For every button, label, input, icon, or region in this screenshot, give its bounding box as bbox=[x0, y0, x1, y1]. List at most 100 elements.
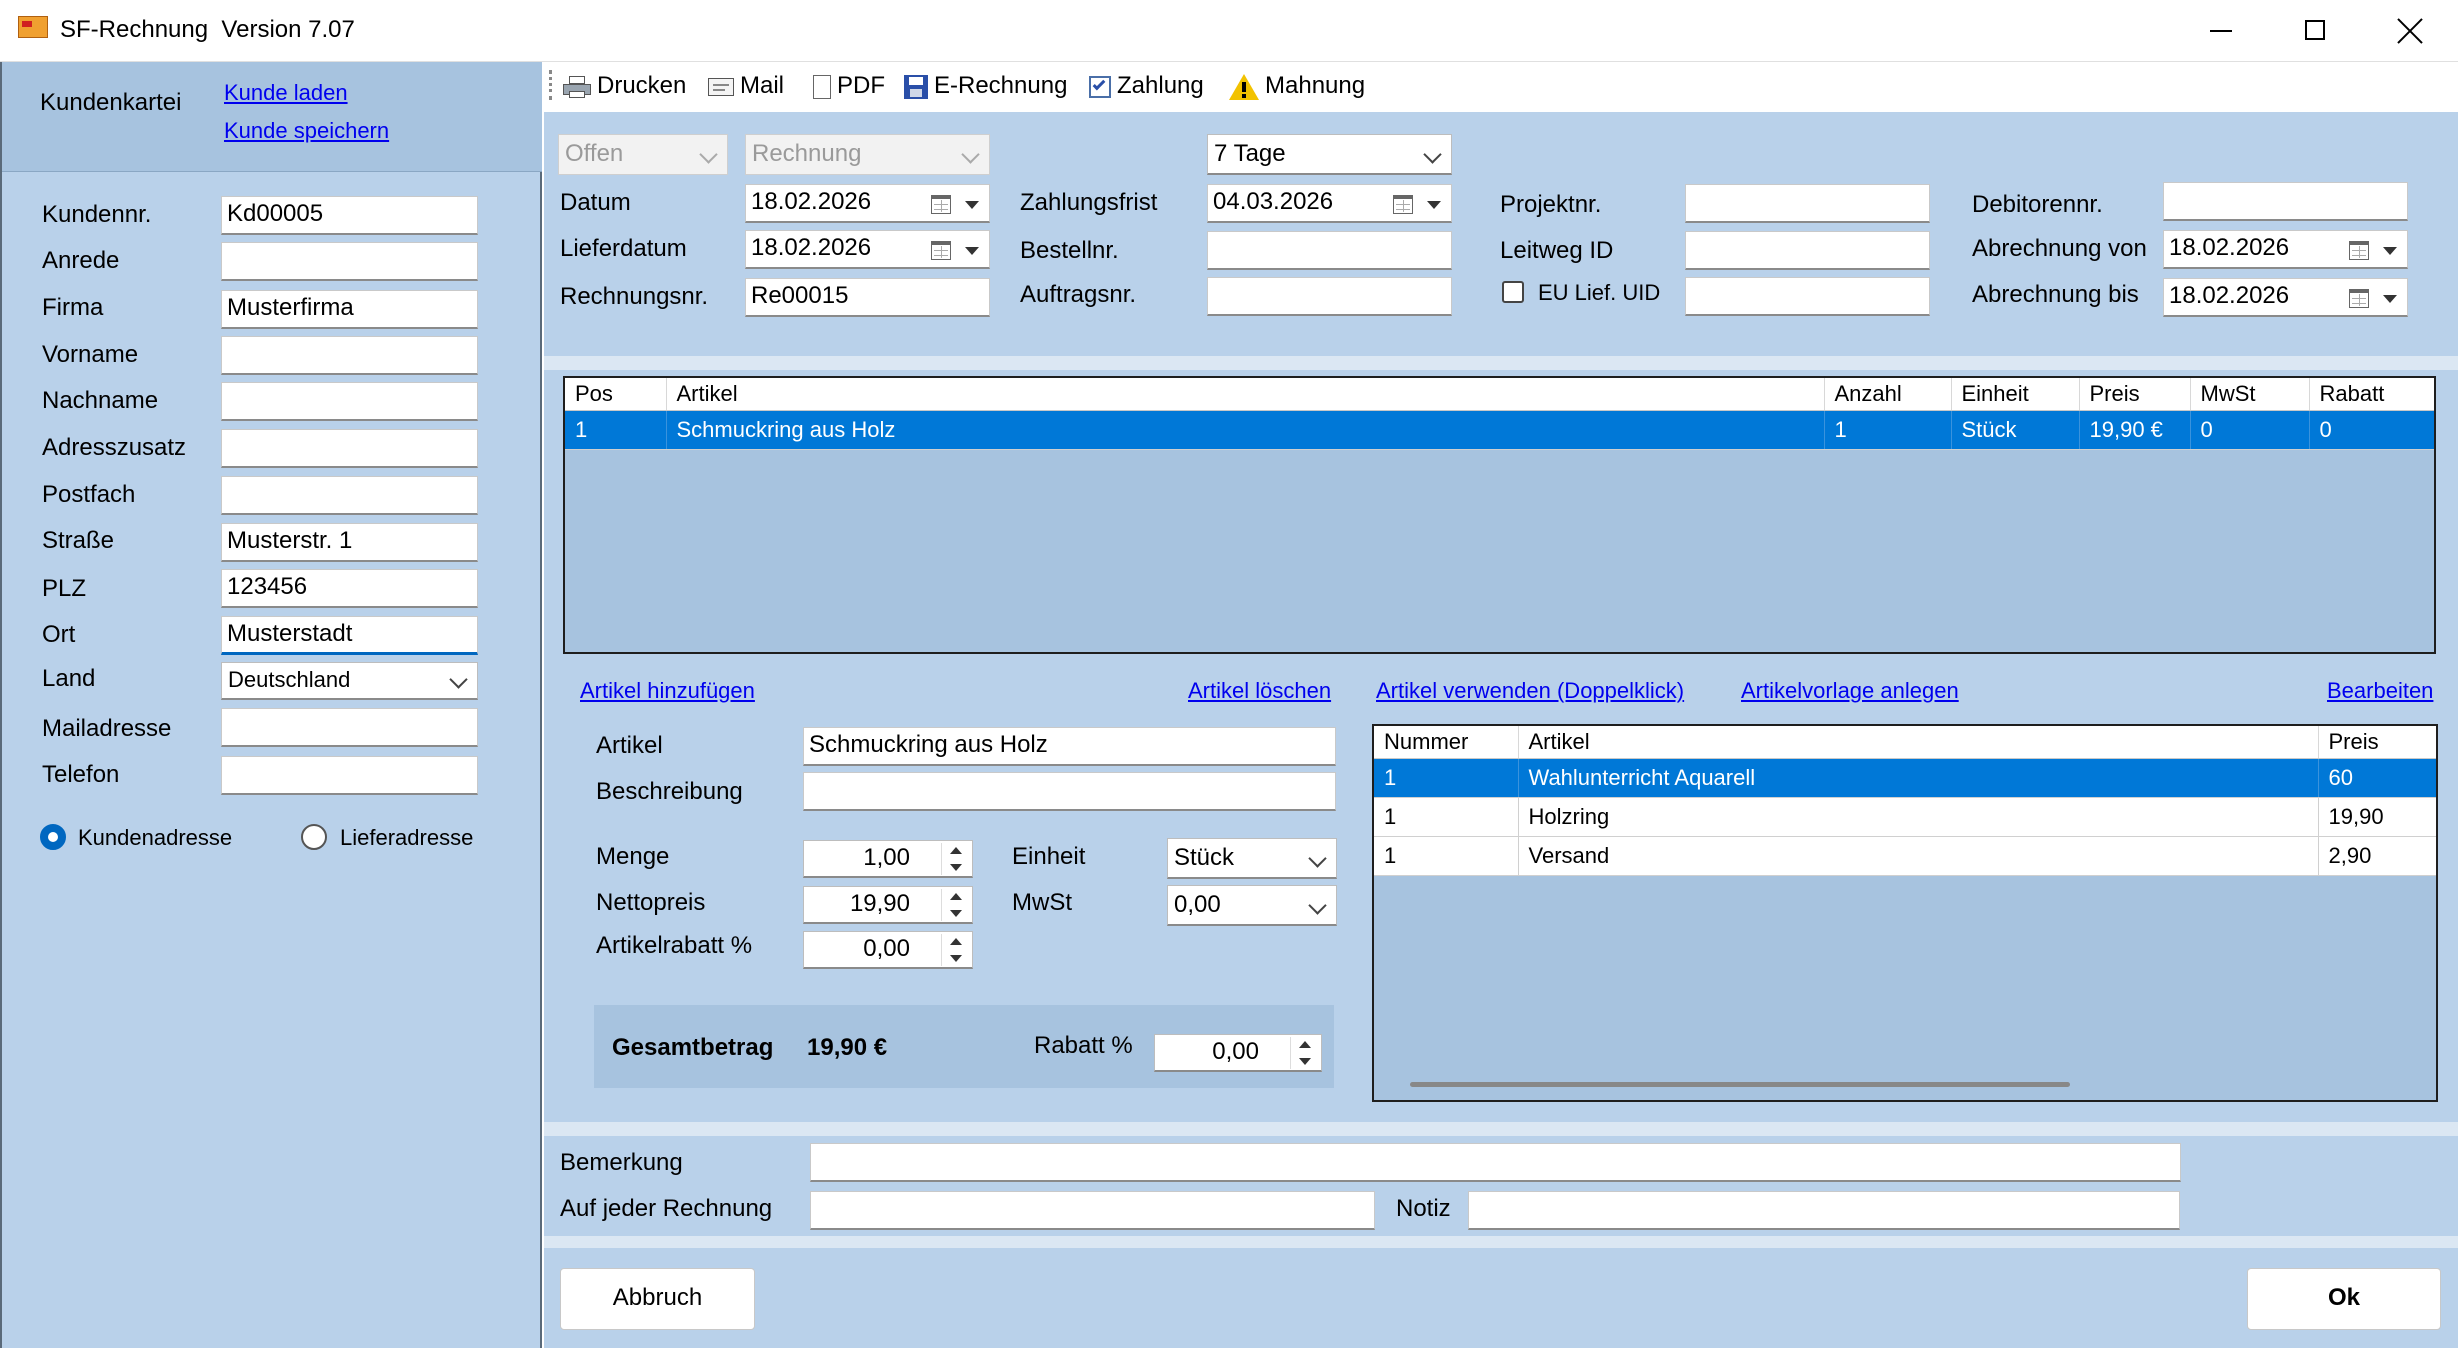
delete-article-link[interactable]: Artikel löschen bbox=[1188, 678, 1331, 704]
artikelrabatt-stepper[interactable]: 0,00 bbox=[803, 931, 973, 969]
telefon-field[interactable] bbox=[221, 756, 478, 795]
postfach-field[interactable] bbox=[221, 476, 478, 515]
table-row[interactable]: 1 Versand 2,90 bbox=[1374, 836, 2436, 876]
debitorennr-field[interactable] bbox=[2163, 182, 2408, 221]
label-datum: Datum bbox=[560, 189, 631, 216]
cell-catalog-preis: 2,90 bbox=[2318, 836, 2436, 876]
notiz-field[interactable] bbox=[1468, 1191, 2180, 1230]
label-bestellnr: Bestellnr. bbox=[1020, 237, 1119, 264]
minimize-icon[interactable] bbox=[2210, 30, 2232, 32]
eu-uid-field[interactable] bbox=[1685, 277, 1930, 316]
label-beschreibung: Beschreibung bbox=[596, 778, 743, 805]
datum-date-picker[interactable]: 18.02.2026 bbox=[745, 184, 990, 223]
nettopreis-value: 19,90 bbox=[849, 890, 910, 917]
col-nummer[interactable]: Nummer bbox=[1374, 726, 1519, 759]
erechnung-button[interactable]: E-Rechnung bbox=[904, 66, 1067, 106]
label-land: Land bbox=[42, 665, 96, 692]
col-pos[interactable]: Pos bbox=[565, 378, 667, 411]
abrechnung-bis-date-picker[interactable]: 18.02.2026 bbox=[2163, 278, 2408, 317]
col-catalog-preis[interactable]: Preis bbox=[2318, 726, 2436, 759]
cancel-button[interactable]: Abbruch bbox=[560, 1268, 755, 1330]
label-abrechnung-bis: Abrechnung bis bbox=[1972, 281, 2139, 308]
doc-type-select[interactable]: Rechnung bbox=[745, 134, 990, 175]
abrechnung-von-value: 18.02.2026 bbox=[2169, 234, 2290, 261]
col-einheit[interactable]: Einheit bbox=[1951, 378, 2080, 411]
abrechnung-von-date-picker[interactable]: 18.02.2026 bbox=[2163, 230, 2408, 269]
close-icon[interactable] bbox=[2395, 16, 2425, 46]
zahlung-button[interactable]: Zahlung bbox=[1089, 66, 1204, 106]
firma-field[interactable]: Musterfirma bbox=[221, 290, 478, 329]
save-customer-link[interactable]: Kunde speichern bbox=[224, 118, 389, 144]
document-icon bbox=[813, 74, 831, 99]
kundennr-field[interactable]: Kd00005 bbox=[221, 196, 478, 235]
payment-terms-select[interactable]: 7 Tage bbox=[1207, 134, 1452, 175]
nachname-field[interactable] bbox=[221, 382, 478, 421]
chevron-down-icon bbox=[1308, 849, 1327, 868]
lieferdatum-date-picker[interactable]: 18.02.2026 bbox=[745, 230, 990, 269]
mail-field[interactable] bbox=[221, 708, 478, 747]
col-rabatt[interactable]: Rabatt bbox=[2309, 378, 2434, 411]
mwst-select[interactable]: 0,00 bbox=[1167, 885, 1337, 926]
col-artikel[interactable]: Artikel bbox=[666, 378, 1825, 411]
use-article-link[interactable]: Artikel verwenden (Doppelklick) bbox=[1376, 678, 1684, 704]
add-article-link[interactable]: Artikel hinzufügen bbox=[580, 678, 755, 704]
load-customer-link[interactable]: Kunde laden bbox=[224, 80, 348, 106]
label-telefon: Telefon bbox=[42, 761, 120, 788]
col-preis[interactable]: Preis bbox=[2079, 378, 2191, 411]
leitweg-field[interactable] bbox=[1685, 231, 1930, 270]
jeder-rechnung-field[interactable] bbox=[810, 1191, 1375, 1230]
table-row[interactable]: 1 Schmuckring aus Holz 1 Stück 19,90 € 0… bbox=[565, 410, 2434, 450]
menge-stepper[interactable]: 1,00 bbox=[803, 840, 973, 878]
projektnr-field[interactable] bbox=[1685, 184, 1930, 223]
adresszusatz-field[interactable] bbox=[221, 429, 478, 468]
radio-lieferadresse[interactable] bbox=[301, 824, 327, 850]
label-postfach: Postfach bbox=[42, 481, 136, 508]
stepper-arrows-icon[interactable] bbox=[941, 934, 970, 966]
cell-mwst: 0 bbox=[2190, 410, 2310, 450]
checkbox-checked-icon bbox=[1089, 75, 1111, 98]
mahnung-button[interactable]: Mahnung bbox=[1229, 66, 1365, 106]
label-artikel: Artikel bbox=[596, 732, 663, 759]
anrede-field[interactable] bbox=[221, 242, 478, 281]
table-row[interactable]: 1 Wahlunterricht Aquarell 60 bbox=[1374, 758, 2436, 798]
bemerkung-field[interactable] bbox=[810, 1143, 2181, 1182]
table-row[interactable]: 1 Holzring 19,90 bbox=[1374, 797, 2436, 837]
stepper-arrows-icon[interactable] bbox=[1290, 1037, 1319, 1069]
pdf-button[interactable]: PDF bbox=[813, 66, 885, 106]
zahlungsfrist-date-picker[interactable]: 04.03.2026 bbox=[1207, 184, 1452, 223]
beschreibung-field[interactable] bbox=[803, 772, 1336, 811]
vorname-field[interactable] bbox=[221, 336, 478, 375]
bestellnr-field[interactable] bbox=[1207, 231, 1452, 270]
ort-field[interactable]: Musterstadt bbox=[221, 616, 478, 655]
mail-button[interactable]: Mail bbox=[708, 66, 784, 106]
label-menge: Menge bbox=[596, 843, 670, 870]
catalog-grid[interactable]: Nummer Artikel Preis 1 Wahlunterricht Aq… bbox=[1372, 724, 2438, 1102]
artikel-field[interactable]: Schmuckring aus Holz bbox=[803, 727, 1336, 766]
col-catalog-artikel[interactable]: Artikel bbox=[1518, 726, 2319, 759]
col-mwst[interactable]: MwSt bbox=[2190, 378, 2310, 411]
auftragsnr-field[interactable] bbox=[1207, 277, 1452, 316]
plz-field[interactable]: 123456 bbox=[221, 569, 478, 608]
print-button[interactable]: Drucken bbox=[563, 66, 686, 106]
rabatt-stepper[interactable]: 0,00 bbox=[1154, 1034, 1322, 1072]
land-select[interactable]: Deutschland bbox=[221, 662, 478, 700]
horizontal-scrollbar[interactable] bbox=[1410, 1082, 2070, 1087]
positions-grid[interactable]: Pos Artikel Anzahl Einheit Preis MwSt Ra… bbox=[563, 376, 2436, 654]
nettopreis-stepper[interactable]: 19,90 bbox=[803, 886, 973, 924]
rechnungsnr-field[interactable]: Re00015 bbox=[745, 278, 990, 317]
status-select[interactable]: Offen bbox=[558, 134, 728, 175]
stepper-arrows-icon[interactable] bbox=[941, 889, 970, 921]
cell-nummer: 1 bbox=[1374, 797, 1519, 837]
radio-kundenadresse[interactable] bbox=[40, 824, 66, 850]
col-anzahl[interactable]: Anzahl bbox=[1824, 378, 1952, 411]
label-firma: Firma bbox=[42, 294, 104, 321]
stepper-arrows-icon[interactable] bbox=[941, 843, 970, 875]
strasse-field[interactable]: Musterstr. 1 bbox=[221, 523, 478, 562]
eu-uid-checkbox[interactable] bbox=[1502, 281, 1524, 303]
create-template-link[interactable]: Artikelvorlage anlegen bbox=[1741, 678, 1959, 704]
edit-link[interactable]: Bearbeiten bbox=[2327, 678, 2433, 704]
ok-button[interactable]: Ok bbox=[2247, 1268, 2441, 1330]
einheit-value: Stück bbox=[1174, 844, 1235, 871]
einheit-select[interactable]: Stück bbox=[1167, 838, 1337, 879]
maximize-icon[interactable] bbox=[2305, 20, 2325, 40]
